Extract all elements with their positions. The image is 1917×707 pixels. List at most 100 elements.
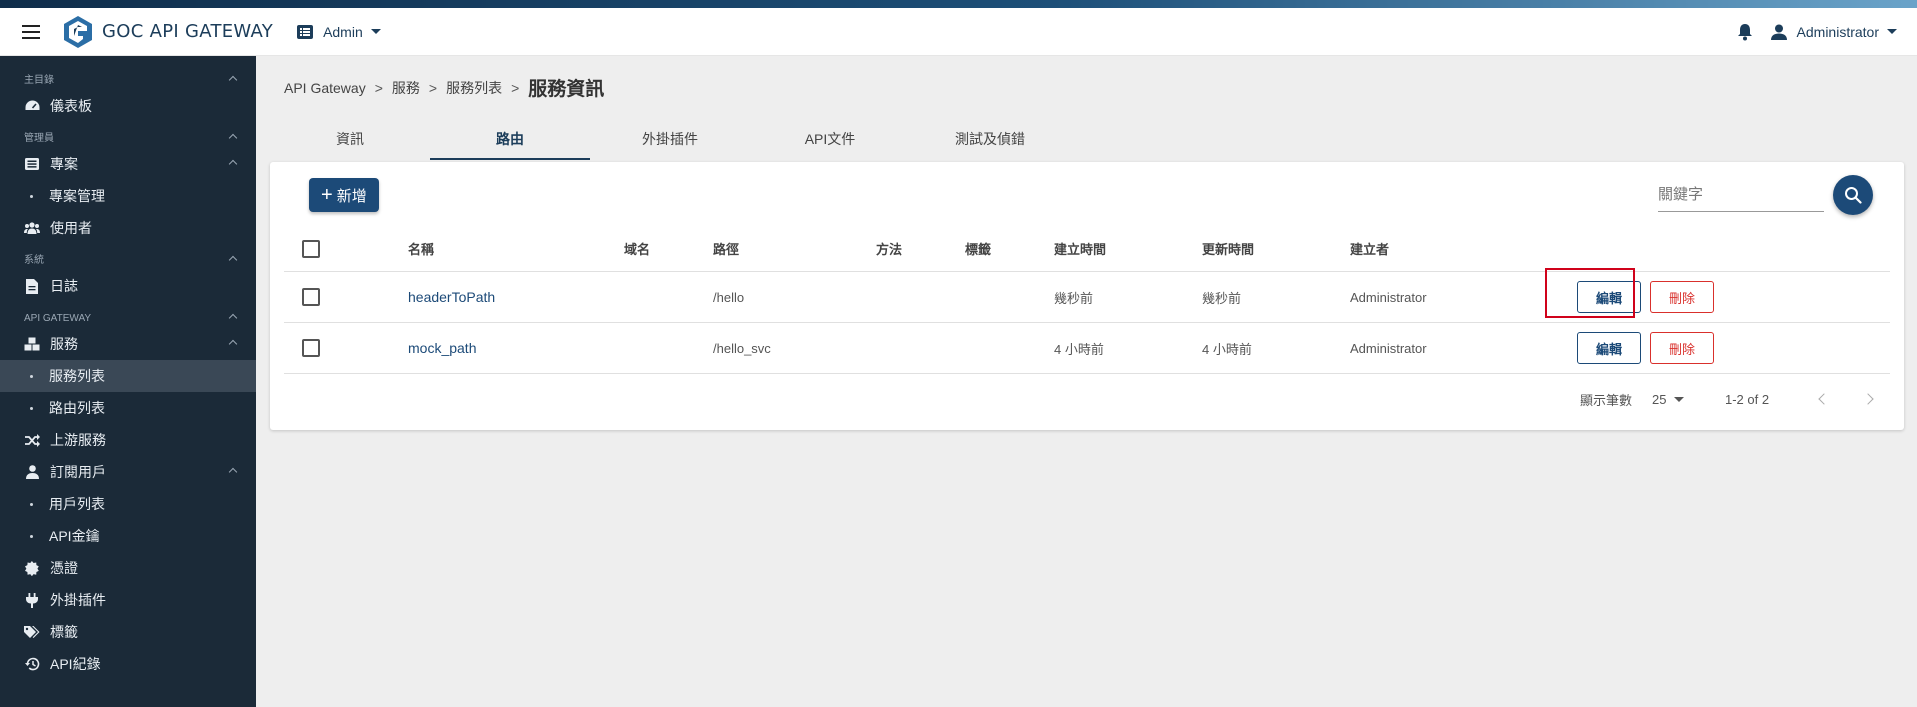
sidebar-item-label: 憑證 bbox=[50, 560, 78, 576]
search-input[interactable] bbox=[1658, 186, 1824, 203]
sidebar-item-services[interactable]: 服務 bbox=[0, 328, 256, 360]
chevron-up-icon bbox=[228, 339, 238, 349]
sidebar-item-service-list[interactable]: 服務列表 bbox=[0, 360, 256, 392]
sidebar-item-users[interactable]: 使用者 bbox=[0, 212, 256, 244]
sidebar-item-label: 使用者 bbox=[50, 220, 92, 236]
page-range: 1-2 of 2 bbox=[1725, 391, 1770, 407]
tab-test-debug[interactable]: 測試及偵錯 bbox=[910, 118, 1070, 160]
column-header-created[interactable]: 建立時間 bbox=[1054, 226, 1106, 271]
chevron-up-icon bbox=[228, 75, 238, 85]
top-accent-bar bbox=[0, 0, 1917, 8]
row-checkbox[interactable] bbox=[302, 339, 320, 357]
sidebar-item-route-list[interactable]: 路由列表 bbox=[0, 392, 256, 424]
top-app-bar: GOC API GATEWAY Admin Administrator bbox=[0, 8, 1917, 56]
list-icon bbox=[297, 24, 314, 39]
edit-button[interactable]: 編輯 bbox=[1577, 332, 1641, 364]
breadcrumb-separator: > bbox=[428, 79, 438, 96]
next-page-button[interactable] bbox=[1862, 382, 1874, 416]
chevron-up-icon bbox=[228, 255, 238, 265]
page-title: 服務資訊 bbox=[528, 79, 605, 100]
breadcrumb: API Gateway > 服務 > 服務列表 > 服務資訊 bbox=[284, 74, 604, 101]
main-content: API Gateway > 服務 > 服務列表 > 服務資訊 資訊 路由 外掛插… bbox=[256, 56, 1917, 707]
context-switcher[interactable]: Admin bbox=[297, 24, 381, 40]
table-header-row: 名稱 域名 路徑 方法 標籤 建立時間 更新時間 建立者 bbox=[284, 226, 1890, 272]
document-icon bbox=[24, 278, 40, 294]
route-creator: Administrator bbox=[1350, 289, 1427, 305]
certificate-icon bbox=[24, 560, 40, 576]
row-checkbox[interactable] bbox=[302, 288, 320, 306]
app-title: GOC API GATEWAY bbox=[102, 21, 274, 42]
sidebar-item-dashboard[interactable]: 儀表板 bbox=[0, 90, 256, 122]
delete-button[interactable]: 刪除 bbox=[1650, 281, 1714, 313]
sidebar-item-label: 服務 bbox=[50, 336, 78, 352]
tags-icon bbox=[24, 624, 40, 640]
column-header-domain[interactable]: 域名 bbox=[624, 226, 650, 271]
column-header-updated[interactable]: 更新時間 bbox=[1202, 226, 1254, 271]
select-all-checkbox[interactable] bbox=[302, 239, 320, 258]
column-header-name[interactable]: 名稱 bbox=[408, 226, 434, 271]
sidebar-item-subscribers[interactable]: 訂閱用戶 bbox=[0, 456, 256, 488]
sidebar-section-gateway[interactable]: API GATEWAY bbox=[0, 310, 256, 328]
cubes-icon bbox=[24, 336, 40, 352]
selection-highlight bbox=[1545, 268, 1635, 318]
sidebar-item-logs[interactable]: 日誌 bbox=[0, 270, 256, 302]
breadcrumb-item[interactable]: 服務 bbox=[392, 78, 420, 98]
bell-icon[interactable] bbox=[1737, 23, 1753, 41]
sidebar-item-projects[interactable]: 專案 bbox=[0, 148, 256, 180]
sidebar-item-label: 上游服務 bbox=[50, 432, 106, 448]
sidebar-item-label: 標籤 bbox=[50, 624, 78, 640]
table-row: headerToPath /hello 幾秒前 幾秒前 Administrato… bbox=[284, 272, 1890, 323]
search-field bbox=[1658, 186, 1824, 212]
column-header-tags[interactable]: 標籤 bbox=[965, 226, 991, 271]
sidebar-item-label: 訂閱用戶 bbox=[50, 464, 106, 480]
sidebar-item-label: 專案 bbox=[50, 156, 78, 172]
sidebar-item-certificates[interactable]: 憑證 bbox=[0, 552, 256, 584]
sidebar-item-label: 儀表板 bbox=[50, 98, 92, 114]
breadcrumb-item[interactable]: 服務列表 bbox=[446, 78, 502, 98]
chevron-down-icon bbox=[370, 29, 381, 34]
user-menu[interactable]: Administrator bbox=[1770, 23, 1897, 40]
add-button[interactable]: + 新增 bbox=[309, 178, 379, 212]
menu-icon[interactable] bbox=[22, 24, 40, 39]
list-icon bbox=[24, 156, 40, 172]
user-icon bbox=[1770, 24, 1787, 40]
sidebar-item-label: API紀錄 bbox=[50, 656, 101, 672]
sidebar-item-label: 外掛插件 bbox=[50, 592, 106, 608]
breadcrumb-separator: > bbox=[511, 79, 520, 96]
tab-info[interactable]: 資訊 bbox=[270, 118, 430, 160]
sidebar-section-main[interactable]: 主目錄 bbox=[0, 72, 256, 90]
chevron-up-icon bbox=[228, 467, 238, 477]
sidebar-item-tags[interactable]: 標籤 bbox=[0, 616, 256, 648]
sidebar-item-upstream[interactable]: 上游服務 bbox=[0, 424, 256, 456]
rows-per-page-select[interactable]: 25 bbox=[1652, 382, 1685, 416]
tab-routes[interactable]: 路由 bbox=[430, 118, 590, 160]
sidebar-item-project-management[interactable]: 專案管理 bbox=[0, 180, 256, 212]
sidebar-item-label: 路由列表 bbox=[49, 400, 105, 416]
user-name: Administrator bbox=[1796, 23, 1879, 40]
sidebar-section-system[interactable]: 系統 bbox=[0, 252, 256, 270]
route-created: 4 小時前 bbox=[1054, 341, 1104, 357]
route-updated: 4 小時前 bbox=[1202, 341, 1252, 357]
route-name-link[interactable]: headerToPath bbox=[408, 289, 495, 305]
sidebar-section-admin[interactable]: 管理員 bbox=[0, 130, 256, 148]
sidebar-item-plugins[interactable]: 外掛插件 bbox=[0, 584, 256, 616]
app-logo[interactable]: GOC API GATEWAY bbox=[60, 14, 273, 50]
sidebar-item-api-records[interactable]: API紀錄 bbox=[0, 648, 256, 680]
sidebar-item-user-list[interactable]: 用戶列表 bbox=[0, 488, 256, 520]
tab-plugins[interactable]: 外掛插件 bbox=[590, 118, 750, 160]
column-header-creator[interactable]: 建立者 bbox=[1350, 226, 1389, 271]
search-button[interactable] bbox=[1833, 175, 1873, 215]
prev-page-button[interactable] bbox=[1818, 382, 1830, 416]
breadcrumb-item[interactable]: API Gateway bbox=[284, 80, 366, 96]
context-label: Admin bbox=[323, 23, 363, 40]
tab-api-docs[interactable]: API文件 bbox=[750, 118, 910, 160]
chevron-up-icon bbox=[228, 313, 238, 323]
route-name-link[interactable]: mock_path bbox=[408, 340, 476, 356]
sidebar-item-api-keys[interactable]: API金鑰 bbox=[0, 520, 256, 552]
delete-button[interactable]: 刪除 bbox=[1650, 332, 1714, 364]
column-header-path[interactable]: 路徑 bbox=[713, 226, 739, 271]
column-header-method[interactable]: 方法 bbox=[876, 226, 902, 271]
chevron-left-icon bbox=[1818, 393, 1830, 405]
sidebar-item-label: 用戶列表 bbox=[49, 496, 105, 512]
add-button-label: 新增 bbox=[336, 187, 367, 205]
